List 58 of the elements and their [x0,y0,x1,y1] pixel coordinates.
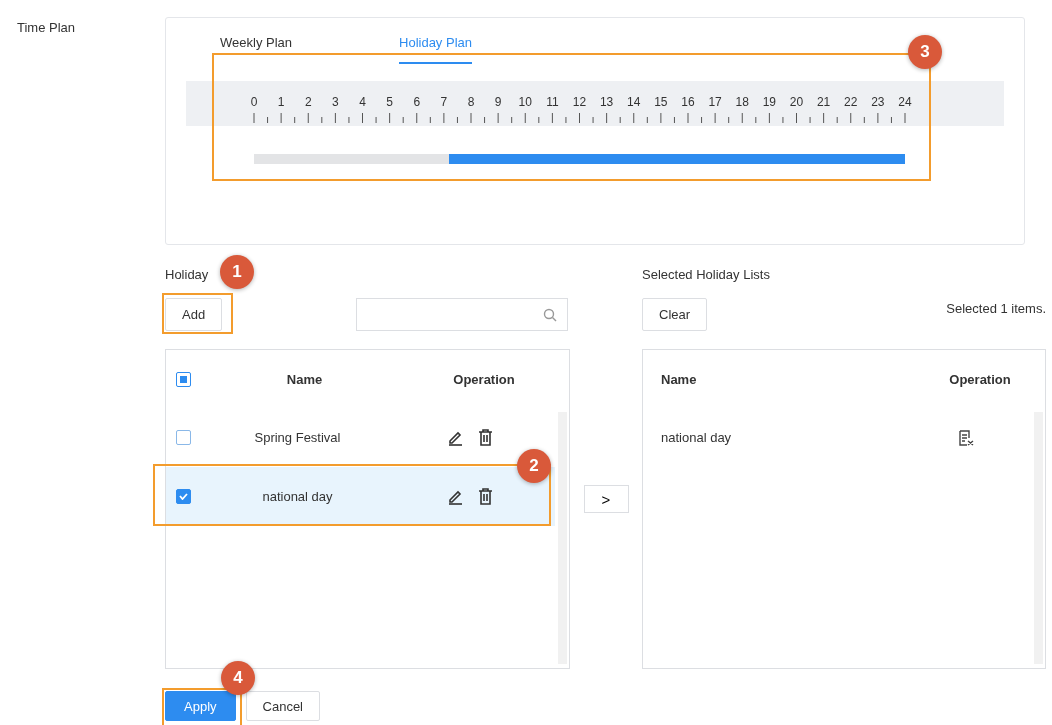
callout-number: 4 [221,661,255,695]
hour-label: 24 [898,95,912,109]
hour-label: 19 [762,95,777,109]
hour-label: 9 [494,95,502,109]
search-icon[interactable] [543,307,557,322]
hour-label: 12 [572,95,587,109]
hour-label: 3 [332,95,339,109]
cancel-button[interactable]: Cancel [245,691,320,721]
hour-label: 18 [735,95,749,109]
clear-button[interactable]: Clear [642,297,708,331]
hour-label: 13 [599,95,614,109]
callout-number: 2 [517,449,551,483]
hour-label: 0 [250,95,258,109]
hour-label: 23 [871,95,885,109]
selected-title: Selected Holiday Lists [642,267,770,284]
hour-label: 20 [789,95,804,109]
column-header: Name [285,371,324,387]
hour-label: 17 [708,95,722,109]
select-all-checkbox[interactable] [176,371,191,387]
hour-label: 7 [440,95,448,109]
holiday-name: national day [660,430,733,445]
holiday-name: Spring Festival [253,430,342,445]
hour-label: 16 [681,95,695,109]
edit-icon[interactable] [447,429,464,446]
check-icon [179,493,188,500]
trash-icon[interactable] [478,429,493,446]
holiday-title: Holiday [165,267,209,284]
remove-list-icon[interactable] [958,429,974,446]
add-button[interactable]: Add [165,297,223,331]
plan-tab[interactable]: Weekly Plan [220,18,292,64]
selected-count: Selected 1 items. [946,300,1046,316]
section-label: Time Plan [17,20,76,35]
hour-label: 2 [304,95,312,109]
hour-label: 10 [518,95,532,109]
column-header: Operation [948,371,1012,387]
hour-label: 22 [844,95,858,109]
callout-number: 3 [908,35,942,69]
hour-label: 4 [359,95,366,109]
hour-label: 1 [277,95,285,109]
hour-label: 21 [816,95,831,109]
row-checkbox[interactable] [176,489,191,504]
hour-label: 15 [654,95,668,109]
callout-number: 1 [220,255,254,289]
hour-label: 5 [386,95,393,109]
plan-tab[interactable]: Holiday Plan [399,18,472,64]
search-field[interactable] [356,297,568,331]
hour-label: 8 [467,95,475,109]
column-header: Name [660,371,698,387]
trash-icon[interactable] [478,488,493,505]
row-checkbox[interactable] [176,430,191,445]
hour-label: 11 [546,95,559,109]
hour-label: 14 [627,95,641,109]
highlight-frame [162,293,233,334]
transfer-button[interactable]: > [583,485,629,513]
hour-label: 6 [413,95,421,109]
holiday-name: national day [261,489,334,504]
edit-icon[interactable] [447,488,464,505]
column-header: Operation [452,371,516,387]
